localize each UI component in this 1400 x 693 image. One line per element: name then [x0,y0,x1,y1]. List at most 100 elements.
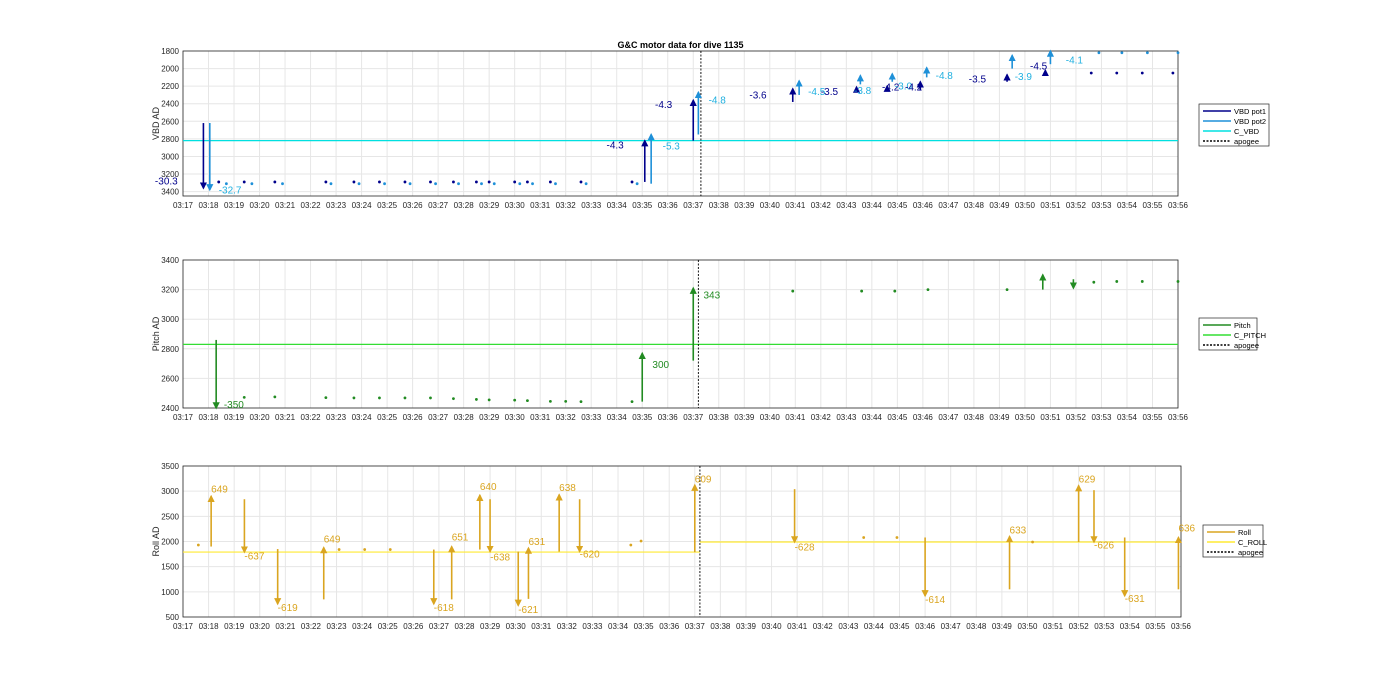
data-point [1171,71,1175,75]
data-point [630,180,634,184]
x-tick-label: 03:51 [1040,413,1061,422]
data-point [629,543,633,547]
chart-title: G&C motor data for dive 1135 [617,40,743,50]
data-point [1145,51,1149,55]
data-label: 638 [559,483,576,494]
x-tick-label: 03:19 [224,622,245,631]
x-tick-label: 03:56 [1171,622,1192,631]
data-point [217,180,221,184]
data-label: -5.3 [663,141,681,152]
data-point [1097,51,1101,55]
y-tick-label: 3000 [161,487,179,496]
data-label: 343 [703,290,720,301]
data-label: 640 [480,482,497,493]
x-tick-label: 03:38 [709,201,730,210]
x-tick-label: 03:28 [454,201,475,210]
x-tick-label: 03:43 [838,622,859,631]
data-point [791,289,795,293]
x-tick-label: 03:51 [1043,622,1064,631]
data-point [513,180,517,184]
data-point [357,182,361,186]
x-tick-label: 03:51 [1040,201,1061,210]
figure: 03:17 03:18 03:19 03:20 03:21 03:22 03:23 03:24… [151,40,1270,631]
x-tick-label: 03:33 [582,622,603,631]
x-tick-label: 03:52 [1066,413,1087,422]
data-point [548,180,552,184]
x-tick-label: 03:52 [1066,201,1087,210]
x-tick-label: 03:54 [1117,413,1138,422]
x-tick-label: 03:39 [736,622,757,631]
x-tick-label: 03:18 [199,622,220,631]
x-tick-label: 03:41 [785,413,806,422]
y-tick-label: 2600 [161,117,179,126]
x-tick-label: 03:35 [632,413,653,422]
x-tick-label: 03:53 [1091,413,1112,422]
data-point [281,182,284,186]
data-point [1115,280,1119,283]
legend-label: VBD pot1 [1234,107,1266,116]
legend-label: C_PITCH [1234,331,1266,340]
data-point [1120,51,1124,55]
x-tick-label: 03:39 [734,201,755,210]
x-tick-label: 03:29 [479,413,500,422]
data-point [474,180,478,184]
data-point [383,182,386,186]
y-tick-label: 500 [166,613,180,622]
data-label: -4.8 [709,96,727,107]
data-point [273,180,277,184]
y-tick-label: 3400 [161,188,179,197]
x-tick-label: 03:37 [683,413,704,422]
x-tick-label: 03:36 [658,413,679,422]
legend-label: C_ROLL [1238,538,1267,547]
data-label: -631 [1125,594,1145,605]
data-point [452,180,455,184]
y-tick-label: 2800 [161,135,179,144]
x-tick-label: 03:49 [989,413,1010,422]
data-point [363,548,367,551]
x-tick-label: 03:27 [429,622,450,631]
data-label: 609 [695,475,712,486]
x-tick-label: 03:50 [1015,413,1036,422]
x-tick-label: 03:40 [760,201,781,210]
x-tick-label: 03:30 [505,413,526,422]
data-point [474,398,478,401]
y-tick-label: 3500 [161,462,179,471]
x-tick-label: 03:40 [760,413,781,422]
x-tick-label: 03:34 [608,622,629,631]
x-tick-label: 03:38 [709,413,730,422]
data-label: -4.3 [607,141,625,152]
x-tick-label: 03:33 [581,413,602,422]
subplot-2: 03:17 03:18 03:19 03:20 03:21 03:22 03:23 03:24… [151,256,1266,422]
x-tick-label: 03:48 [964,413,985,422]
y-tick-label: 2400 [161,100,179,109]
x-tick-label: 03:54 [1117,201,1138,210]
data-point [862,536,866,539]
data-point [513,398,517,402]
x-tick-label: 03:47 [941,622,962,631]
data-point [452,397,455,401]
data-point [1140,71,1144,75]
subplot-3: 03:17 03:18 03:19 03:20 03:21 03:22 03:23 03:24… [151,462,1267,631]
y-tick-label: 1000 [161,588,179,597]
data-point [242,395,246,399]
x-tick-label: 03:46 [913,413,934,422]
x-tick-label: 03:36 [658,201,679,210]
x-tick-label: 03:35 [632,201,653,210]
y-axis-label: Roll AD [151,526,161,557]
data-point [531,182,534,186]
data-label: 631 [528,537,545,548]
data-point [579,400,583,404]
data-label: -30.3 [155,177,178,188]
x-tick-label: 03:27 [428,201,449,210]
x-tick-label: 03:28 [454,622,475,631]
data-point [895,536,899,539]
data-point [1176,280,1180,283]
data-point [1092,280,1096,284]
x-tick-label: 03:26 [403,413,424,422]
x-tick-label: 03:50 [1017,622,1038,631]
x-tick-label: 03:30 [505,201,526,210]
data-label: 651 [452,532,469,543]
x-tick-label: 03:27 [428,413,449,422]
data-point [324,396,328,400]
data-point [457,182,460,186]
